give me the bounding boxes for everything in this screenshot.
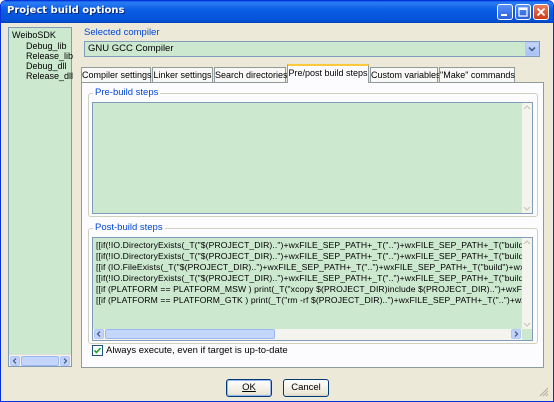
arrow-right-icon xyxy=(514,331,519,337)
pre-build-group: Pre-build steps xyxy=(88,87,538,217)
maximize-button[interactable] xyxy=(515,4,531,20)
tab-custom-variables[interactable]: Custom variables xyxy=(370,67,441,82)
always-execute-label: Always execute, even if target is up-to-… xyxy=(106,345,288,356)
tab-panel: Pre-build steps Post-build steps [[if(!I… xyxy=(81,82,544,368)
post-build-group: Post-build steps [[if(!IO.DirectoryExist… xyxy=(88,222,538,344)
ok-button[interactable]: OK xyxy=(226,379,272,397)
tab-pre-post-build-steps[interactable]: Pre/post build steps xyxy=(287,64,369,83)
tab-make-commands[interactable]: "Make" commands xyxy=(439,67,515,82)
minimize-icon xyxy=(501,14,507,16)
close-icon xyxy=(536,7,546,17)
minimize-button[interactable] xyxy=(497,4,513,20)
post-build-line: [[if(!IO.DirectoryExists(_T("$(PROJECT_D… xyxy=(96,240,533,250)
post-build-line: [[if (IO.FileExists(_T("$(PROJECT_DIR)..… xyxy=(96,262,533,272)
scroll-left-button[interactable] xyxy=(10,356,20,366)
chevron-down-icon xyxy=(528,46,536,52)
maximize-icon xyxy=(518,7,528,17)
window-title: Project build options xyxy=(7,5,125,16)
post-build-vertical-scrollbar[interactable] xyxy=(522,238,532,329)
arrow-left-icon xyxy=(12,358,17,364)
scroll-arrows-icon xyxy=(523,240,531,327)
post-build-textarea[interactable]: [[if(!IO.DirectoryExists(_T("$(PROJECT_D… xyxy=(92,237,533,341)
close-button[interactable] xyxy=(533,4,549,20)
compiler-select-value: GNU GCC Compiler xyxy=(88,43,174,54)
pre-build-vertical-scrollbar[interactable] xyxy=(522,103,532,213)
post-build-label: Post-build steps xyxy=(93,222,165,233)
cancel-button[interactable]: Cancel xyxy=(283,379,329,397)
scroll-thumb[interactable] xyxy=(21,356,59,366)
ok-button-label: OK xyxy=(242,382,256,393)
scroll-right-button[interactable] xyxy=(511,329,521,339)
post-build-horizontal-scrollbar[interactable] xyxy=(93,329,522,340)
tree-horizontal-scrollbar[interactable] xyxy=(9,354,71,366)
tab-compiler-settings[interactable]: Compiler settings xyxy=(81,67,152,82)
scroll-left-button[interactable] xyxy=(94,329,104,339)
cancel-button-label: Cancel xyxy=(291,382,321,393)
resize-grip-icon[interactable] xyxy=(539,387,549,397)
tab-search-directories[interactable]: Search directories xyxy=(214,67,288,82)
project-build-options-dialog: Project build options WeiboSDK Debug_lib… xyxy=(0,0,554,402)
title-bar[interactable]: Project build options xyxy=(1,1,553,23)
selected-compiler-label: Selected compiler xyxy=(84,27,160,38)
checkmark-icon xyxy=(93,347,102,354)
pre-build-textarea[interactable] xyxy=(92,102,533,214)
scroll-right-button[interactable] xyxy=(60,356,70,366)
post-build-line: [[if(!IO.DirectoryExists(_T("$(PROJECT_D… xyxy=(96,251,533,261)
compiler-select[interactable]: GNU GCC Compiler xyxy=(84,41,540,57)
post-build-line: [[if (PLATFORM == PLATFORM_GTK ) print(_… xyxy=(96,295,533,305)
scroll-arrows-icon xyxy=(523,105,531,211)
compiler-dropdown-button[interactable] xyxy=(525,42,539,56)
arrow-left-icon xyxy=(96,331,101,337)
always-execute-checkbox[interactable] xyxy=(92,345,103,356)
tab-linker-settings[interactable]: Linker settings xyxy=(152,67,213,82)
arrow-right-icon xyxy=(63,358,68,364)
scroll-thumb[interactable] xyxy=(105,329,275,339)
tree-item[interactable]: Release_dll xyxy=(26,70,73,82)
post-build-line: [[if(!IO.DirectoryExists(_T("$(PROJECT_D… xyxy=(96,273,533,283)
pre-build-label: Pre-build steps xyxy=(93,87,161,98)
target-tree[interactable]: WeiboSDK Debug_lib Release_lib Debug_dll… xyxy=(8,27,73,367)
post-build-line: [[if (PLATFORM == PLATFORM_MSW ) print(_… xyxy=(96,284,533,294)
